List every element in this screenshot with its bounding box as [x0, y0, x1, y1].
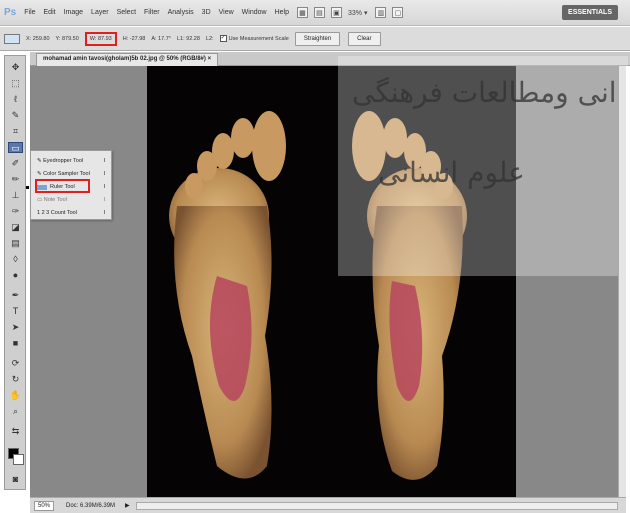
move-tool-icon[interactable]: ✥: [8, 62, 23, 73]
options-bar: X: 259.80 Y: 879.50 W: 87.93 H: -27.98 A…: [0, 27, 630, 51]
quick-selection-tool-icon[interactable]: ✎: [8, 110, 23, 121]
angle-readout: A: 17.7°: [151, 35, 171, 42]
pen-tool-icon[interactable]: ✒: [8, 290, 23, 301]
menu-help[interactable]: Help: [275, 9, 289, 16]
length2-readout: L2:: [205, 35, 214, 42]
ruler-tool-highlight-box: [35, 179, 90, 193]
straighten-button[interactable]: Straighten: [294, 31, 341, 46]
note-icon: ▭: [37, 197, 43, 203]
path-selection-tool-icon[interactable]: ➤: [8, 322, 23, 333]
menu-bar: Ps File Edit Image Layer Select Filter A…: [0, 0, 630, 26]
eyedropper-tool-flyout: ✎ Eyedropper Tool I ✎ Color Sampler Tool…: [26, 150, 112, 220]
menu-analysis[interactable]: Analysis: [168, 9, 194, 16]
brush-tool-icon[interactable]: ✏: [8, 174, 23, 185]
shortcut-key: I: [103, 197, 105, 203]
horizontal-scrollbar[interactable]: [135, 501, 618, 510]
menu-file[interactable]: File: [24, 9, 35, 16]
photoshop-logo: Ps: [4, 7, 17, 18]
shortcut-key: I: [103, 210, 105, 216]
document-tab-title: mohamad amin tavosi(gholam)5b 02.jpg @ 5…: [43, 56, 206, 62]
height-readout: H: -27.98: [122, 35, 146, 42]
watermark-line-2: علوم انسانی: [378, 156, 525, 189]
swap-colors-icon[interactable]: ⇆: [8, 426, 23, 437]
type-tool-icon[interactable]: T: [8, 306, 23, 317]
flyout-eyedropper-tool[interactable]: ✎ Eyedropper Tool I: [37, 155, 109, 167]
3d-orbit-tool-icon[interactable]: ↻: [8, 374, 23, 385]
menu-view[interactable]: View: [219, 9, 234, 16]
workspace-essentials-button[interactable]: ESSENTIALS: [562, 5, 618, 20]
healing-brush-tool-icon[interactable]: ✐: [8, 158, 23, 169]
bridge-button[interactable]: ▦: [296, 7, 308, 18]
arrange-documents-button[interactable]: ▥: [375, 7, 387, 18]
background-color-swatch[interactable]: [13, 454, 24, 465]
watermark-overlay: انی ومطالعات فرهنگی علوم انسانی: [338, 56, 628, 276]
width-readout: W: 87.93: [84, 31, 117, 46]
left-foot: [169, 111, 286, 479]
menu-3d[interactable]: 3D: [202, 9, 211, 16]
active-tool-bullet: [26, 186, 29, 189]
menu-edit[interactable]: Edit: [44, 9, 56, 16]
toolbox: ✥ ⬚ ℓ ✎ ⌗ ▭ ✐ ✏ ⊥ ✑ ◪ ▤ ◊ ● ✒ T ➤ ■ ⟳ ↻ …: [4, 55, 26, 490]
dodge-tool-icon[interactable]: ●: [8, 270, 23, 281]
vertical-scrollbar[interactable]: [618, 66, 626, 497]
shortcut-key: I: [103, 184, 105, 190]
menu-image[interactable]: Image: [64, 9, 83, 16]
status-menu-arrow-icon[interactable]: ▶: [125, 502, 130, 509]
mini-bridge-button[interactable]: ▤: [313, 7, 325, 18]
length1-readout: L1: 92.28: [176, 35, 200, 42]
clone-stamp-tool-icon[interactable]: ⊥: [8, 190, 23, 201]
crop-tool-icon[interactable]: ⌗: [8, 126, 23, 137]
shape-tool-icon[interactable]: ■: [8, 338, 23, 349]
shortcut-key: I: [103, 158, 105, 164]
document-tab[interactable]: mohamad amin tavosi(gholam)5b 02.jpg @ 5…: [36, 53, 219, 66]
3d-rotate-tool-icon[interactable]: ⟳: [8, 358, 23, 369]
y-readout: Y: 879.50: [55, 35, 79, 42]
menu-window[interactable]: Window: [242, 9, 267, 16]
lasso-tool-icon[interactable]: ℓ: [8, 94, 23, 105]
zoom-percent-field[interactable]: 50%: [34, 500, 55, 511]
close-tab-icon[interactable]: ×: [208, 56, 212, 62]
zoom-tool-icon[interactable]: ⌕: [8, 406, 23, 417]
menu-filter[interactable]: Filter: [144, 9, 160, 16]
flyout-item-label: Eyedropper Tool: [43, 158, 84, 164]
gradient-tool-icon[interactable]: ▤: [8, 238, 23, 249]
zoom-level-select[interactable]: 33% ▾: [348, 9, 367, 17]
doc-size-readout: Doc: 6.39M/6.39M: [66, 502, 116, 509]
measurement-scale-checkbox[interactable]: ✓ Use Measurement Scale: [219, 35, 289, 42]
clear-button[interactable]: Clear: [348, 31, 381, 46]
eraser-tool-icon[interactable]: ◪: [8, 222, 23, 233]
flyout-item-label: Color Sampler Tool: [43, 171, 90, 177]
flyout-item-label: 1 2 3 Count Tool: [37, 210, 77, 216]
menu-layer[interactable]: Layer: [91, 9, 109, 16]
eyedropper-icon: ✎: [37, 158, 42, 164]
menu-select[interactable]: Select: [117, 9, 136, 16]
screen-mode-button[interactable]: ▢: [392, 7, 404, 18]
ruler-tool-icon[interactable]: ▭: [8, 142, 23, 153]
measurement-scale-label: Use Measurement Scale: [228, 35, 289, 42]
flyout-item-label: Note Tool: [43, 197, 67, 203]
history-brush-tool-icon[interactable]: ✑: [8, 206, 23, 217]
quick-mask-icon[interactable]: ◙: [8, 474, 23, 485]
color-sampler-icon: ✎: [37, 171, 42, 177]
marquee-tool-icon[interactable]: ⬚: [8, 78, 23, 89]
watermark-line-1: انی ومطالعات فرهنگی: [352, 76, 617, 109]
x-readout: X: 259.80: [26, 35, 50, 42]
flyout-count-tool[interactable]: 1 2 3 Count Tool I: [37, 207, 109, 219]
blur-tool-icon[interactable]: ◊: [8, 254, 23, 265]
flyout-note-tool[interactable]: ▭ Note Tool I: [37, 194, 109, 206]
shortcut-key: I: [103, 171, 105, 177]
hand-tool-icon[interactable]: ✋: [8, 390, 23, 401]
ruler-tool-preset-icon[interactable]: [4, 33, 20, 44]
view-extras-button[interactable]: ▣: [330, 7, 342, 18]
checkbox-checked[interactable]: ✓: [219, 35, 227, 42]
status-bar: 50% Doc: 6.39M/6.39M ▶: [30, 497, 626, 513]
